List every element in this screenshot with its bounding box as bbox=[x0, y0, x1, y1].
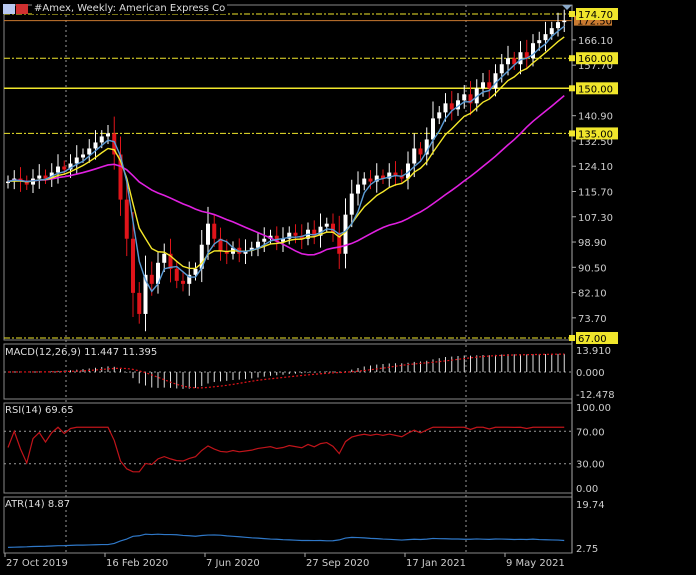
bear-candle bbox=[131, 238, 135, 293]
fast-moving-average bbox=[7, 25, 565, 293]
panel-frame-2 bbox=[3, 402, 573, 494]
bull-candle bbox=[481, 82, 485, 89]
bull-candle bbox=[349, 193, 354, 215]
time-tick-label: 17 Jan 2021 bbox=[406, 558, 466, 569]
macd-signal-line bbox=[7, 353, 565, 389]
time-tick-label: 27 Oct 2019 bbox=[6, 558, 68, 569]
chart-canvas[interactable]: 166.10157.70140.90132.50124.10115.70107.… bbox=[0, 0, 696, 571]
time-tick-label: 27 Sep 2020 bbox=[306, 558, 369, 569]
bear-candle bbox=[449, 103, 454, 110]
macd-tick-label: 0.000 bbox=[576, 368, 605, 379]
bull-candle bbox=[324, 223, 329, 227]
bull-candle bbox=[343, 214, 348, 254]
bull-candle bbox=[93, 142, 98, 149]
rsi-tick-label: 30.00 bbox=[576, 460, 605, 471]
price-tick-label: 73.70 bbox=[578, 314, 607, 325]
price-tick-label: 115.70 bbox=[578, 187, 613, 198]
bear-candle bbox=[62, 166, 67, 170]
bull-candle bbox=[81, 154, 85, 158]
level-handle bbox=[569, 85, 575, 92]
bull-candle bbox=[106, 133, 110, 137]
rsi-tick-label: 70.00 bbox=[576, 427, 605, 438]
atr-line bbox=[7, 533, 565, 548]
atr-label: ATR(14) 8.87 bbox=[5, 499, 71, 510]
bull-candle bbox=[543, 34, 548, 41]
flag-icon bbox=[16, 4, 28, 14]
bear-candle bbox=[212, 223, 217, 239]
bull-candle bbox=[74, 157, 79, 164]
bear-candle bbox=[149, 274, 154, 284]
chart-window[interactable]: 166.10 157.70 140.90 132.50 124.10 115.70 107.… bbox=[0, 0, 696, 571]
rsi-tick-label: 100.00 bbox=[576, 403, 611, 414]
bull-candle bbox=[549, 28, 554, 35]
time-tick-label: 7 Jun 2020 bbox=[206, 558, 260, 569]
bear-candle bbox=[124, 199, 129, 239]
slow-moving-average bbox=[7, 95, 565, 256]
shift-marker-icon bbox=[562, 5, 572, 10]
bull-candle bbox=[37, 175, 42, 179]
bull-candle bbox=[437, 112, 442, 119]
bull-candle bbox=[162, 253, 167, 263]
bull-candle bbox=[87, 148, 92, 155]
bull-candle bbox=[518, 52, 523, 65]
rsi-tick-label: 0.00 bbox=[576, 484, 598, 495]
price-tick-label: 82.10 bbox=[578, 289, 607, 300]
bull-candle bbox=[99, 136, 104, 143]
chart-title: #Amex, Weekly: American Express Co bbox=[32, 3, 228, 14]
macd-tick-label: 13.910 bbox=[576, 346, 611, 357]
bear-candle bbox=[293, 232, 298, 236]
bull-candle bbox=[537, 40, 542, 44]
macd-label: MACD(12,26,9) 11.447 11.395 bbox=[5, 347, 158, 358]
level-price-label: 150.00 bbox=[578, 84, 613, 95]
atr-tick-label: 2.75 bbox=[576, 544, 598, 555]
bear-candle bbox=[368, 178, 373, 182]
level-handle bbox=[569, 335, 575, 341]
bull-candle bbox=[362, 178, 367, 185]
price-tick-label: 166.10 bbox=[578, 36, 613, 47]
bull-candle bbox=[356, 184, 360, 194]
bull-candle bbox=[206, 223, 210, 245]
time-tick-label: 9 May 2021 bbox=[506, 558, 565, 569]
bull-candle bbox=[562, 20, 567, 23]
bull-candle bbox=[262, 238, 267, 242]
bear-candle bbox=[137, 292, 142, 314]
price-tick-label: 90.50 bbox=[578, 263, 607, 274]
bull-candle bbox=[443, 103, 448, 113]
level-price-label: 135.00 bbox=[578, 129, 613, 140]
bear-candle bbox=[418, 148, 423, 155]
level-price-label: 174.70 bbox=[578, 10, 613, 21]
level-price-label: 67.00 bbox=[578, 334, 607, 345]
price-tick-label: 107.30 bbox=[578, 213, 613, 224]
bull-candle bbox=[499, 64, 504, 74]
time-tick-label: 16 Feb 2020 bbox=[106, 558, 168, 569]
bull-candle bbox=[506, 58, 510, 65]
bear-candle bbox=[181, 280, 185, 284]
bull-candle bbox=[56, 166, 60, 173]
rsi-label: RSI(14) 69.65 bbox=[5, 405, 74, 416]
price-tick-label: 140.90 bbox=[578, 112, 613, 123]
bull-candle bbox=[556, 22, 560, 29]
bear-candle bbox=[487, 82, 492, 89]
level-handle bbox=[569, 130, 575, 137]
macd-tick-label: -12.478 bbox=[576, 390, 615, 401]
rsi-line bbox=[7, 426, 565, 473]
level-handle bbox=[569, 55, 575, 62]
price-tick-label: 98.90 bbox=[578, 238, 607, 249]
bull-candle bbox=[431, 118, 435, 140]
medium-moving-average bbox=[7, 36, 565, 270]
bull-candle bbox=[412, 148, 417, 164]
level-price-label: 160.00 bbox=[578, 54, 613, 65]
bear-candle bbox=[174, 268, 179, 281]
price-tick-label: 124.10 bbox=[578, 162, 613, 173]
chart-window-icon[interactable] bbox=[3, 4, 15, 14]
level-handle bbox=[569, 11, 575, 17]
atr-tick-label: 19.74 bbox=[576, 500, 605, 511]
panel-frame-0 bbox=[3, 4, 573, 341]
bull-candle bbox=[462, 94, 467, 101]
